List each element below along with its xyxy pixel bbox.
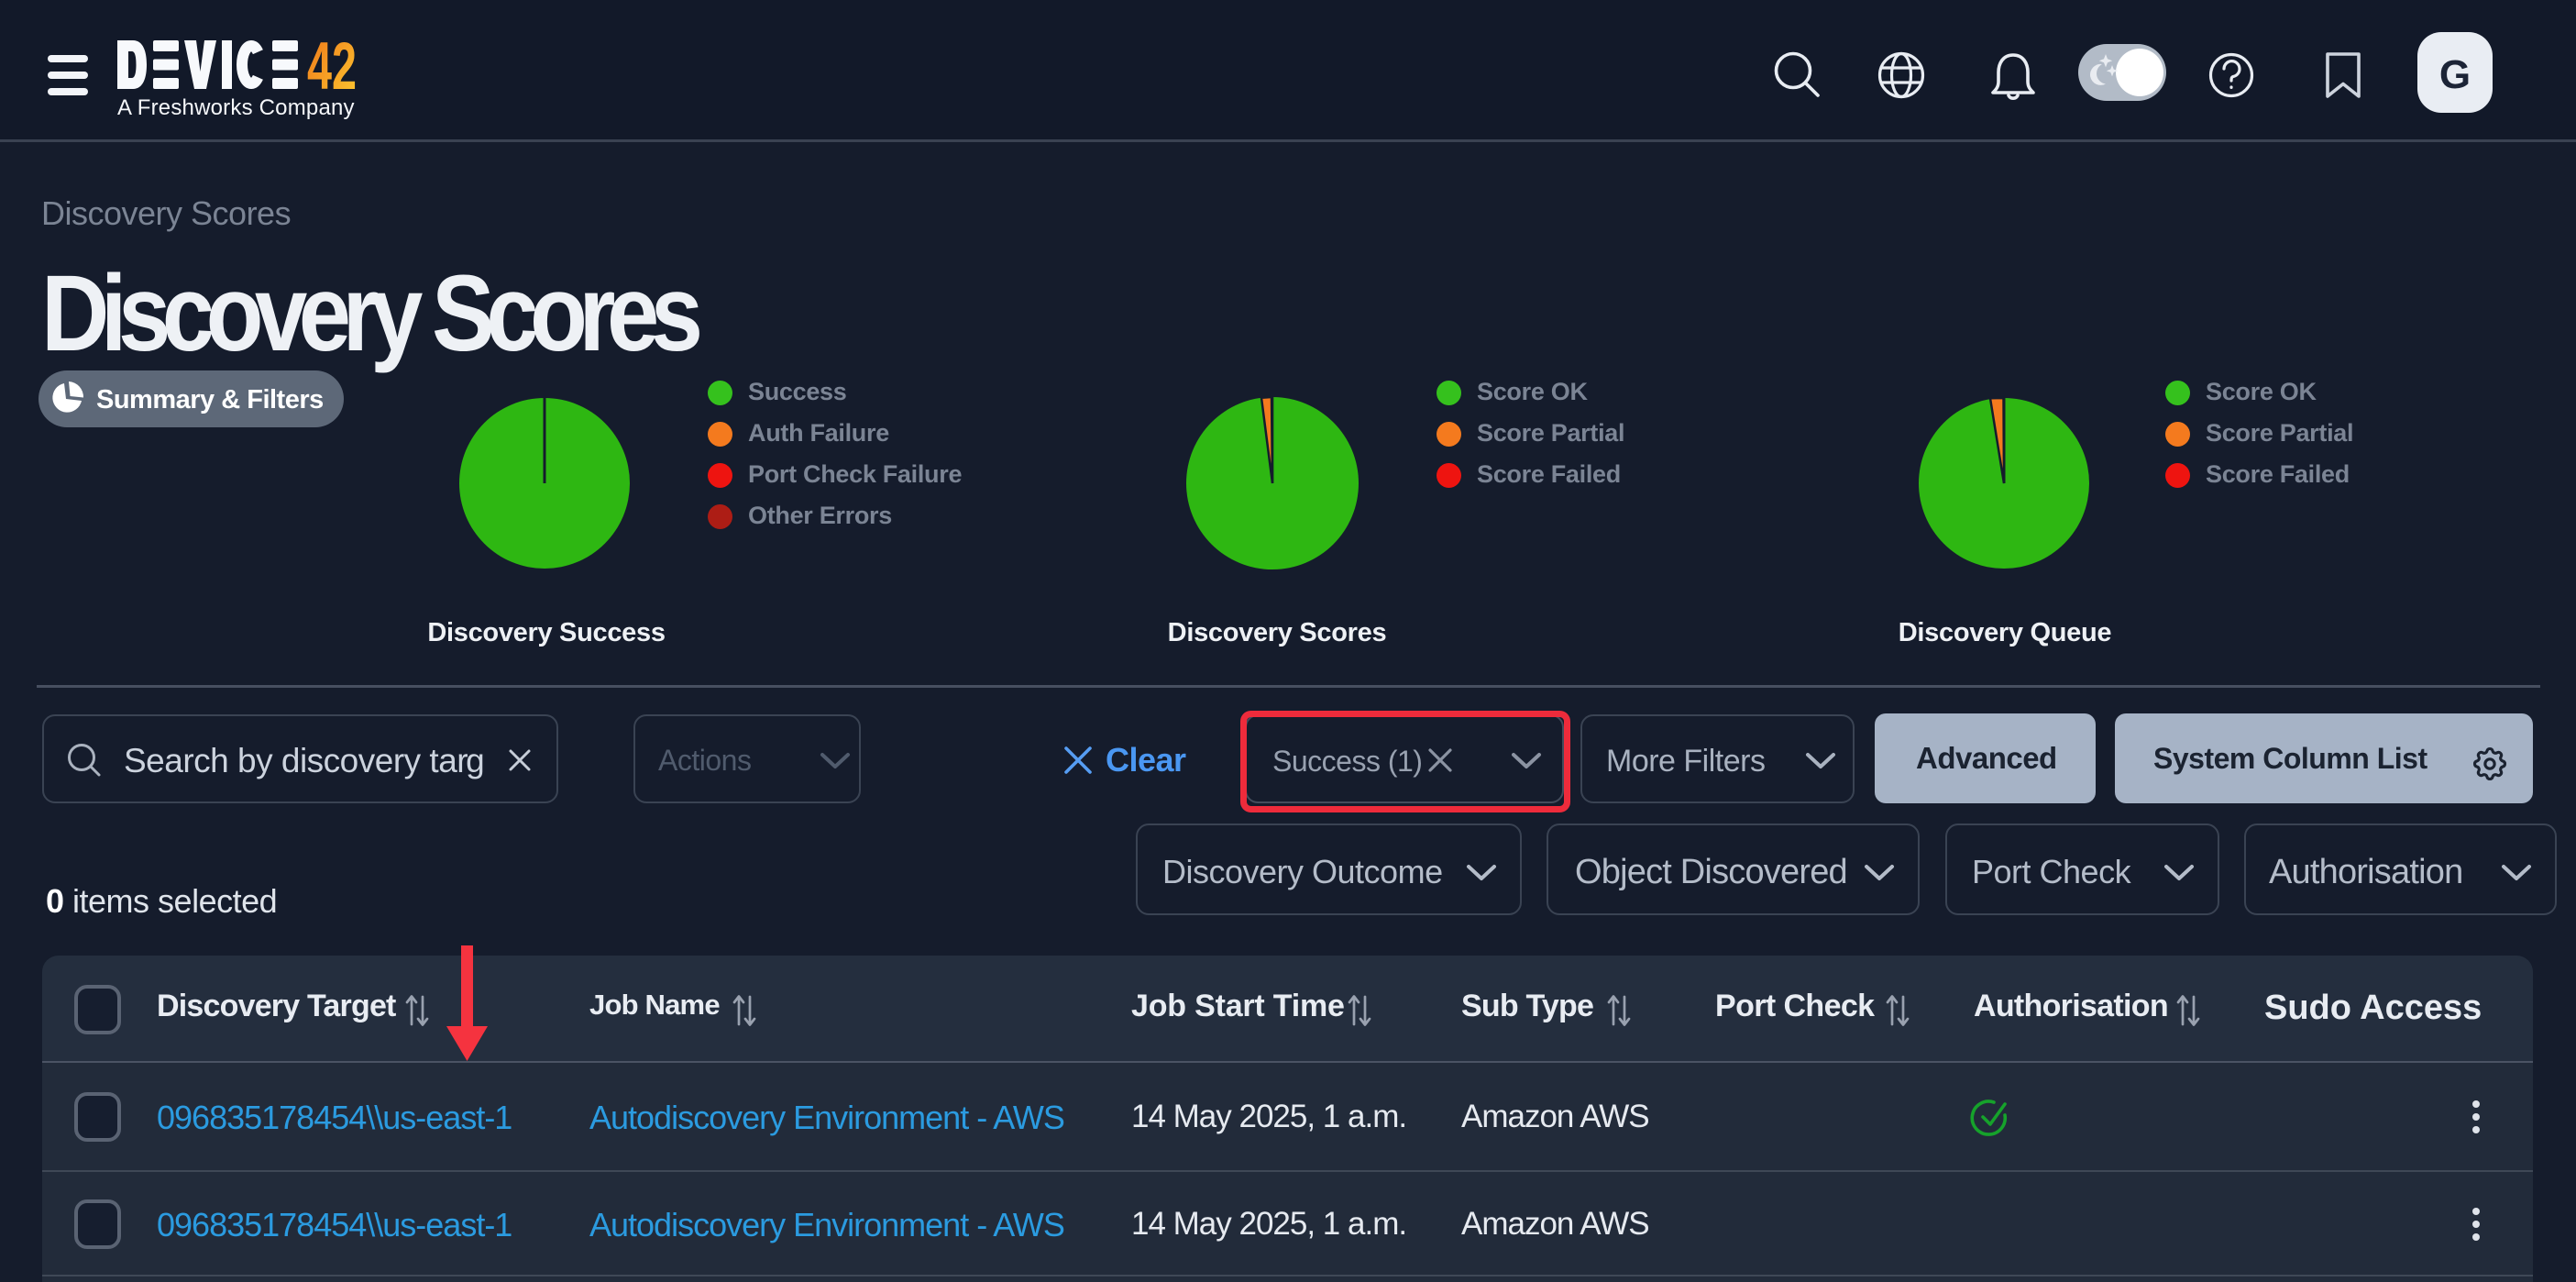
svg-text:G: G: [2439, 52, 2471, 97]
